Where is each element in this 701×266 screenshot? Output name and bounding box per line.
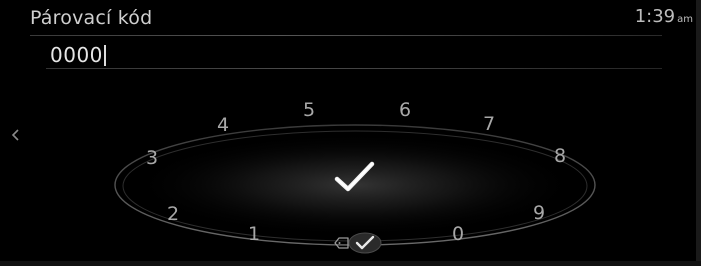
dial-digit-6[interactable]: 6 <box>399 99 411 121</box>
bottom-controls <box>333 232 383 254</box>
dial-digit-8[interactable]: 8 <box>554 145 566 167</box>
dial-digit-0[interactable]: 0 <box>452 223 464 245</box>
dial-digit-1[interactable]: 1 <box>248 223 260 245</box>
clock-time: 1:39 <box>634 6 676 27</box>
dial-digit-7[interactable]: 7 <box>483 113 495 135</box>
dial-digit-3[interactable]: 3 <box>146 147 158 169</box>
checkmark-icon <box>348 232 382 254</box>
dial-digit-5[interactable]: 5 <box>303 99 315 121</box>
confirm-button[interactable] <box>333 159 377 197</box>
input-underline <box>46 68 662 69</box>
pairing-code-field[interactable]: 0000 <box>50 42 106 68</box>
screen-frame-bottom <box>0 261 701 266</box>
pairing-code-screen: Párovací kód 1:39 am 0000 5 6 4 7 3 8 2 … <box>0 0 701 266</box>
text-caret <box>103 44 106 66</box>
dial-digit-2[interactable]: 2 <box>167 203 179 225</box>
page-title: Párovací kód <box>30 7 153 29</box>
pairing-code-value: 0000 <box>50 43 103 67</box>
dial-digit-4[interactable]: 4 <box>217 114 229 136</box>
screen-frame-right <box>696 0 701 266</box>
dial-digit-9[interactable]: 9 <box>533 202 545 224</box>
confirm-small-button[interactable] <box>348 232 382 254</box>
checkmark-icon <box>334 161 375 192</box>
chevron-left-icon <box>11 129 19 141</box>
title-divider <box>30 35 662 36</box>
back-button[interactable] <box>6 122 26 148</box>
dial-ring <box>114 124 596 246</box>
clock: 1:39 am <box>635 6 693 27</box>
clock-ampm: am <box>677 14 693 25</box>
